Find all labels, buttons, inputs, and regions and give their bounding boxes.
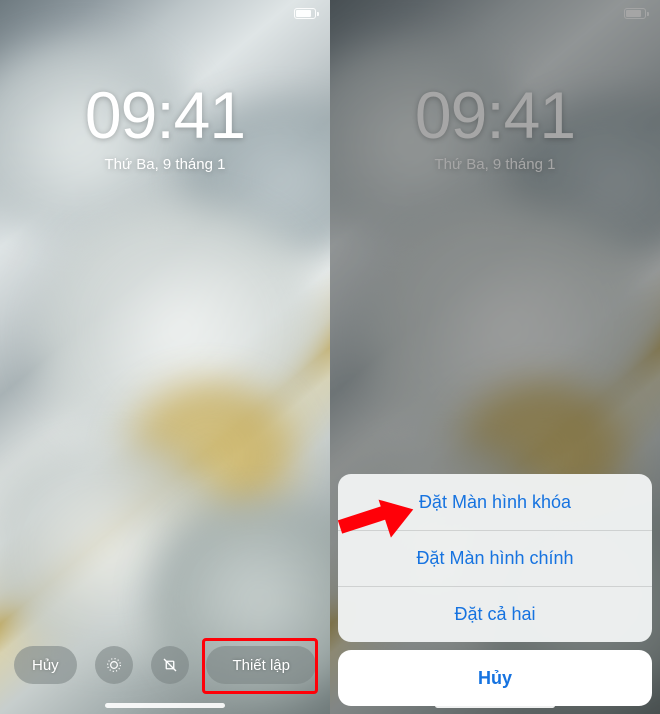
action-sheet: Đặt Màn hình khóa Đặt Màn hình chính Đặt… — [338, 474, 652, 706]
sheet-cancel-button[interactable]: Hủy — [338, 650, 652, 706]
status-bar — [294, 8, 316, 19]
right-screen: 09:41 Thứ Ba, 9 tháng 1 Đặt Màn hình khó… — [330, 0, 660, 714]
set-both-option[interactable]: Đặt cả hai — [338, 586, 652, 642]
perspective-zoom-button[interactable] — [151, 646, 189, 684]
set-label: Thiết lập — [232, 657, 290, 674]
live-photo-button[interactable] — [95, 646, 133, 684]
set-home-screen-option[interactable]: Đặt Màn hình chính — [338, 530, 652, 586]
option-label: Đặt Màn hình khóa — [419, 492, 571, 513]
left-screen: 09:41 Thứ Ba, 9 tháng 1 Hủy Thiết lập — [0, 0, 330, 714]
option-label: Đặt Màn hình chính — [416, 548, 573, 569]
set-button[interactable]: Thiết lập — [206, 646, 316, 684]
live-photo-icon — [105, 656, 123, 674]
home-indicator[interactable] — [435, 703, 555, 708]
cancel-button[interactable]: Hủy — [14, 646, 77, 684]
home-indicator[interactable] — [105, 703, 225, 708]
battery-icon — [294, 8, 316, 19]
lock-date: Thứ Ba, 9 tháng 1 — [0, 156, 330, 173]
perspective-zoom-icon — [161, 656, 179, 674]
set-lock-screen-option[interactable]: Đặt Màn hình khóa — [338, 474, 652, 530]
option-label: Đặt cả hai — [454, 604, 535, 625]
lock-time: 09:41 — [0, 82, 330, 148]
cancel-label: Hủy — [478, 668, 512, 689]
wallpaper-toolbar: Hủy Thiết lập — [0, 646, 330, 684]
cancel-label: Hủy — [32, 657, 59, 674]
